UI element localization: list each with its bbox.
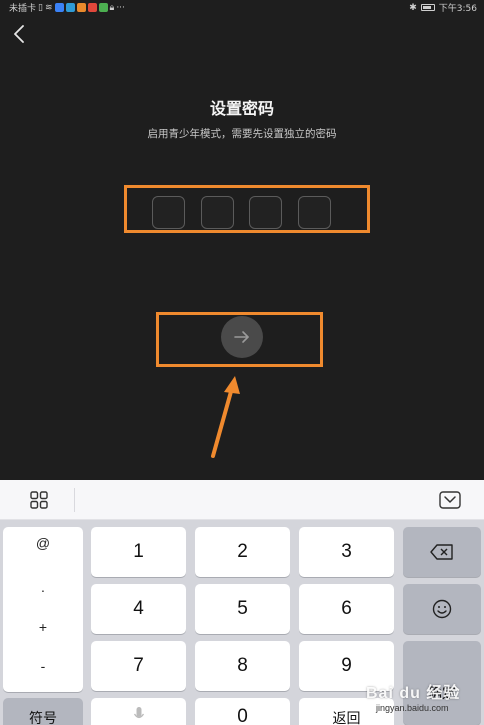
lock-icon: 🔒︎ (109, 2, 115, 13)
symbol-switch-key[interactable]: 符号 (3, 698, 83, 725)
key-0[interactable]: 0 (195, 698, 290, 725)
keyboard-collapse-icon (439, 491, 461, 509)
microphone-icon (133, 707, 144, 719)
key-2[interactable]: 2 (195, 527, 290, 577)
sim-icon: ▯ (38, 2, 43, 13)
image-app-icon (65, 3, 75, 12)
red-app-icon (87, 3, 97, 12)
baidu-watermark: Bai du 经验 jingyan.baidu.com (366, 677, 482, 723)
voice-key[interactable] (91, 698, 186, 725)
status-right: ✱ 下午3:56 (409, 1, 477, 15)
symbol-key-minus[interactable]: - (3, 658, 83, 674)
symbol-key-dot[interactable]: . (3, 579, 83, 595)
arrow-right-icon (234, 331, 249, 343)
pin-digit-2[interactable] (201, 196, 234, 229)
green-app-icon (98, 3, 108, 12)
symbol-key-at[interactable]: @ (3, 535, 83, 551)
status-left: 未插卡 ▯ ≋ 🔒︎ ··· (9, 1, 125, 15)
pin-digit-4[interactable] (298, 196, 331, 229)
shield-app-icon (54, 3, 64, 12)
status-bar: 未插卡 ▯ ≋ 🔒︎ ··· ✱ 下午3:56 (0, 0, 484, 14)
status-time: 下午3:56 (438, 4, 477, 14)
toolbar-divider (74, 488, 75, 512)
key-6[interactable]: 6 (299, 584, 394, 634)
symbol-column: @ . + - (3, 527, 83, 692)
keyboard-toolbar (0, 480, 484, 520)
grid-icon (30, 491, 48, 509)
back-button[interactable] (8, 22, 30, 46)
annotation-arrow-icon (211, 376, 240, 458)
key-3[interactable]: 3 (299, 527, 394, 577)
next-button[interactable] (221, 316, 263, 358)
wifi-icon: ≋ (44, 2, 53, 13)
key-4[interactable]: 4 (91, 584, 186, 634)
key-8[interactable]: 8 (195, 641, 290, 691)
page-title: 设置密码 (209, 99, 274, 118)
vibrate-icon: ✱ (409, 2, 417, 13)
more-notifications: ··· (116, 2, 125, 13)
orange-app-icon (76, 3, 86, 12)
smiley-icon (432, 599, 452, 619)
key-7[interactable]: 7 (91, 641, 186, 691)
page-subtitle: 启用青少年模式，需要先设置独立的密码 (147, 128, 337, 140)
pin-digit-3[interactable] (249, 196, 282, 229)
symbol-key-plus[interactable]: + (3, 619, 83, 635)
watermark-url: jingyan.baidu.com (376, 703, 449, 713)
backspace-icon (430, 544, 453, 560)
backspace-key[interactable] (403, 527, 481, 577)
keyboard-hide-button[interactable] (436, 488, 464, 512)
keyboard-menu-button[interactable] (26, 488, 52, 512)
key-1[interactable]: 1 (91, 527, 186, 577)
watermark-logo-text: Bai du 经验 (366, 685, 461, 702)
chevron-left-icon (14, 25, 24, 43)
carrier-label: 未插卡 (9, 4, 37, 14)
emoji-key[interactable] (403, 584, 481, 634)
pin-digit-1[interactable] (152, 196, 185, 229)
key-5[interactable]: 5 (195, 584, 290, 634)
battery-icon (420, 4, 435, 11)
